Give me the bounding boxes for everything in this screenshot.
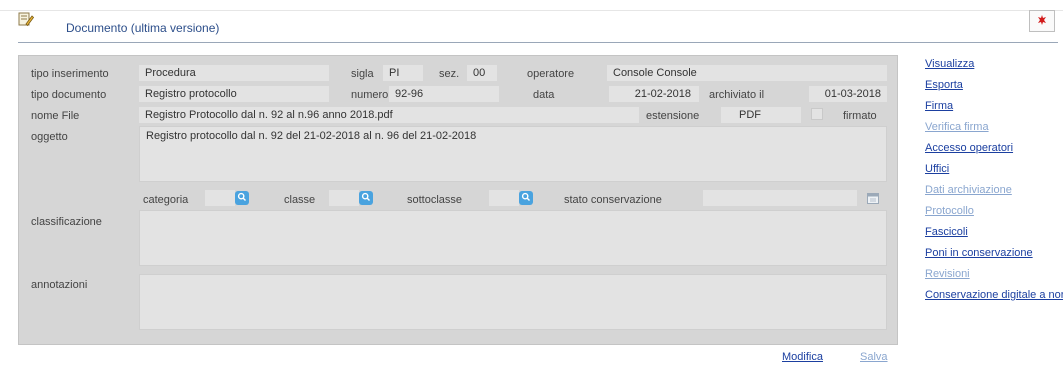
operatore-field: Console Console <box>607 65 887 81</box>
classificazione-label: classificazione <box>31 216 102 228</box>
data-label: data <box>533 89 555 101</box>
annotazioni-textarea[interactable] <box>139 274 887 330</box>
data-field: 21-02-2018 <box>609 86 699 102</box>
nome-file-field: Registro Protocollo dal n. 92 al n.96 an… <box>139 107 639 123</box>
sidebar-item-poni-in-conservazione[interactable]: Poni in conservazione <box>925 247 1033 259</box>
search-icon <box>361 192 371 205</box>
document-edit-icon <box>18 11 35 27</box>
sidebar-item-visualizza[interactable]: Visualizza <box>925 58 974 70</box>
stato-conservazione-field[interactable] <box>703 190 857 206</box>
operatore-label: operatore <box>527 68 575 80</box>
tipo-inserimento-field: Procedura <box>139 65 329 81</box>
header-divider <box>18 42 1058 43</box>
tipo-inserimento-label: tipo inserimento <box>31 68 109 80</box>
sottoclasse-field[interactable] <box>489 190 519 206</box>
sidebar-item-fascicoli[interactable]: Fascicoli <box>925 226 968 238</box>
sottoclasse-label: sottoclasse <box>407 194 463 206</box>
oggetto-textarea[interactable]: Registro protocollo dal n. 92 del 21-02-… <box>139 126 887 182</box>
sidebar-item-protocollo[interactable]: Protocollo <box>925 205 974 217</box>
flag-button[interactable] <box>1029 10 1055 32</box>
top-divider <box>0 10 1063 11</box>
calendar-icon[interactable] <box>867 192 879 204</box>
categoria-label: categoria <box>143 194 189 206</box>
modifica-link[interactable]: Modifica <box>782 351 823 363</box>
page-title: Documento (ultima versione) <box>66 21 220 35</box>
classificazione-area[interactable] <box>139 210 887 266</box>
sidebar-item-verifica-firma[interactable]: Verifica firma <box>925 121 989 133</box>
sidebar-item-firma[interactable]: Firma <box>925 100 953 112</box>
stato-conservazione-label: stato conservazione <box>564 194 662 206</box>
tipo-documento-field: Registro protocollo <box>139 86 329 102</box>
categoria-search-button[interactable] <box>235 191 249 205</box>
sidebar-item-esporta[interactable]: Esporta <box>925 79 963 91</box>
categoria-field[interactable] <box>205 190 235 206</box>
document-panel: tipo inserimento Procedura sigla PI sez.… <box>18 55 898 345</box>
search-icon <box>237 192 247 205</box>
annotazioni-label: annotazioni <box>31 279 88 291</box>
numero-label: numero <box>351 89 389 101</box>
sidebar-item-revisioni[interactable]: Revisioni <box>925 268 970 280</box>
classe-field[interactable] <box>329 190 359 206</box>
nome-file-label: nome File <box>31 110 80 122</box>
classe-label: classe <box>284 194 316 206</box>
oggetto-label: oggetto <box>31 131 68 143</box>
salva-link[interactable]: Salva <box>860 351 888 363</box>
sigla-field: PI <box>383 65 423 81</box>
archiviato-field: 01-03-2018 <box>809 86 887 102</box>
sigla-label: sigla <box>351 68 374 80</box>
numero-field: 92-96 <box>389 86 499 102</box>
flag-icon <box>1037 14 1047 28</box>
estensione-field: PDF <box>721 107 801 123</box>
search-icon <box>521 192 531 205</box>
sidebar-item-conservazione-digitale[interactable]: Conservazione digitale a norma <box>925 289 1063 301</box>
sez-label: sez. <box>439 68 460 80</box>
sidebar-item-dati-archiviazione[interactable]: Dati archiviazione <box>925 184 1012 196</box>
sidebar-item-uffici[interactable]: Uffici <box>925 163 949 175</box>
sottoclasse-search-button[interactable] <box>519 191 533 205</box>
archiviato-label: archiviato il <box>709 89 765 101</box>
sez-field: 00 <box>467 65 497 81</box>
tipo-documento-label: tipo documento <box>31 89 107 101</box>
sidebar-item-accesso-operatori[interactable]: Accesso operatori <box>925 142 1013 154</box>
estensione-label: estensione <box>646 110 700 122</box>
classe-search-button[interactable] <box>359 191 373 205</box>
firmato-label: firmato <box>843 110 877 122</box>
firmato-checkbox[interactable] <box>811 108 823 120</box>
